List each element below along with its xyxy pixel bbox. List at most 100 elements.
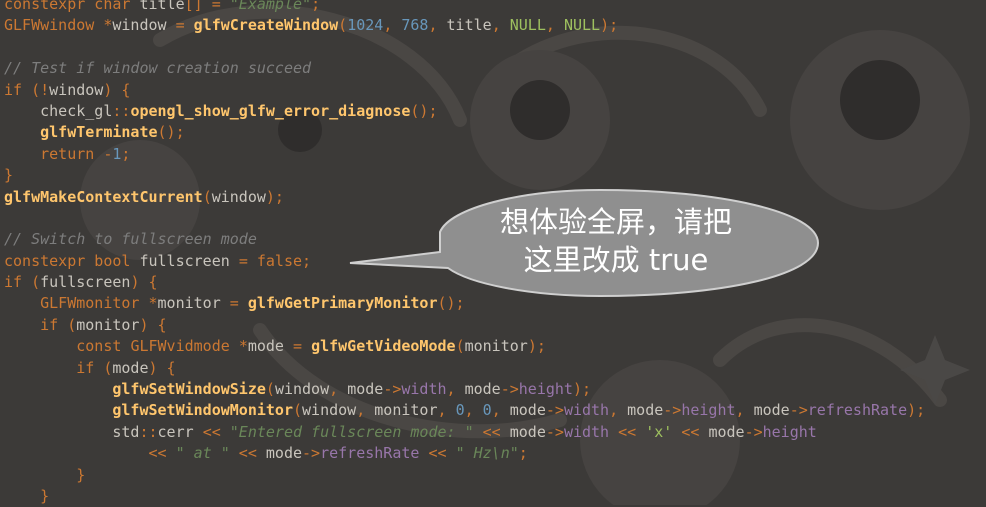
code-token: glfwGetVideoMode [311, 337, 456, 356]
code-token: "Example" [229, 0, 312, 13]
code-token: } [4, 166, 14, 185]
code-line[interactable]: } [4, 465, 925, 486]
code-token: [] = [184, 0, 230, 13]
code-line[interactable]: return -1; [4, 144, 925, 165]
code-token: ( [202, 187, 212, 206]
code-token: GLFWvidmode [130, 337, 239, 356]
code-token: -> [545, 422, 564, 441]
code-token: -> [789, 401, 808, 420]
code-token: * [238, 337, 248, 356]
code-token: 768 [401, 16, 429, 35]
code-token: ( [265, 380, 275, 399]
code-token: mode [708, 422, 745, 441]
code-token: = [175, 16, 194, 35]
code-token: -> [500, 380, 519, 399]
code-line[interactable]: constexpr char title[] = "Example"; [4, 0, 925, 15]
code-token: , [329, 380, 348, 399]
code-token: } [76, 465, 86, 484]
code-token: glfwCreateWindow [193, 16, 339, 35]
code-token: << [672, 422, 709, 441]
code-token: monitor [374, 401, 438, 420]
code-token: GLFWmonitor [40, 294, 149, 313]
code-token: window [112, 16, 176, 35]
code-token: 0 [482, 401, 492, 420]
code-line[interactable]: GLFWwindow *window = glfwCreateWindow(10… [4, 15, 925, 36]
code-token: , [383, 16, 402, 35]
code-token: , [491, 16, 510, 35]
code-token: 'x' [645, 422, 673, 441]
code-token: height [762, 422, 817, 441]
code-token: , [437, 401, 456, 420]
code-token: ); [600, 16, 619, 35]
code-line[interactable]: if (mode) { [4, 358, 925, 379]
code-token: // Switch to fullscreen mode [4, 230, 257, 249]
code-line[interactable]: std::cerr << "Entered fullscreen mode: "… [4, 422, 925, 443]
code-line[interactable]: glfwSetWindowSize(window, mode->width, m… [4, 379, 925, 400]
code-token: const [76, 337, 131, 356]
code-token: title [446, 16, 492, 35]
code-token: mode [247, 337, 293, 356]
code-token: = [229, 294, 248, 313]
code-token: , [464, 401, 483, 420]
code-token: window [49, 80, 104, 99]
code-token: check_gl [4, 101, 113, 120]
code-line[interactable]: // Test if window creation succeed [4, 58, 925, 79]
code-token: ; [311, 0, 321, 13]
code-line[interactable]: } [4, 165, 925, 186]
code-token: ( [293, 401, 303, 420]
code-token: if [4, 80, 32, 99]
code-token: ; [302, 251, 312, 270]
code-token: mode [265, 444, 303, 463]
code-token: monitor [76, 315, 140, 334]
code-line[interactable]: << " at " << mode->refreshRate << " Hz\n… [4, 443, 925, 464]
code-token: , [428, 16, 447, 35]
callout-line-2: 这里改成 true [523, 243, 709, 277]
code-line[interactable] [4, 37, 925, 58]
code-token: fullscreen [139, 251, 239, 270]
code-token: window [211, 187, 266, 206]
code-token: "Entered fullscreen mode: " [229, 422, 474, 441]
code-line[interactable]: if (!window) { [4, 80, 925, 101]
code-token: << [473, 422, 510, 441]
code-token: monitor [157, 294, 230, 313]
code-token: if [76, 358, 104, 377]
code-token: , [735, 401, 754, 420]
code-token: width [563, 401, 610, 420]
code-token: title [139, 0, 185, 13]
code-token: cerr [157, 422, 203, 441]
code-token: width [401, 380, 447, 399]
code-token: mode [509, 401, 546, 420]
code-token: " at " [175, 444, 230, 463]
code-token: << [148, 444, 176, 463]
code-token: std [4, 422, 140, 441]
code-line[interactable]: check_gl::opengl_show_glfw_error_diagnos… [4, 101, 925, 122]
code-line[interactable]: glfwTerminate(); [4, 122, 925, 143]
code-token: , [545, 16, 564, 35]
code-token: , [491, 401, 510, 420]
code-token: fullscreen [40, 273, 131, 292]
code-token: mode [627, 401, 664, 420]
code-token: window [274, 380, 330, 399]
code-token: ); [265, 187, 284, 206]
code-token: ); [527, 337, 546, 356]
code-token: * [148, 294, 158, 313]
code-token: -> [302, 444, 321, 463]
code-line[interactable]: if (monitor) { [4, 315, 925, 336]
code-token: , [446, 380, 465, 399]
code-token: = [293, 337, 312, 356]
code-token: monitor [464, 337, 528, 356]
code-token: -> [383, 380, 402, 399]
code-token: false [256, 251, 303, 270]
code-line[interactable]: } [4, 486, 925, 507]
code-token: 1024 [347, 16, 384, 35]
code-line[interactable]: glfwSetWindowMonitor(window, monitor, 0,… [4, 400, 925, 421]
code-token: << [618, 422, 646, 441]
code-token: , [609, 401, 628, 420]
code-line[interactable]: const GLFWvidmode *mode = glfwGetVideoMo… [4, 336, 925, 357]
